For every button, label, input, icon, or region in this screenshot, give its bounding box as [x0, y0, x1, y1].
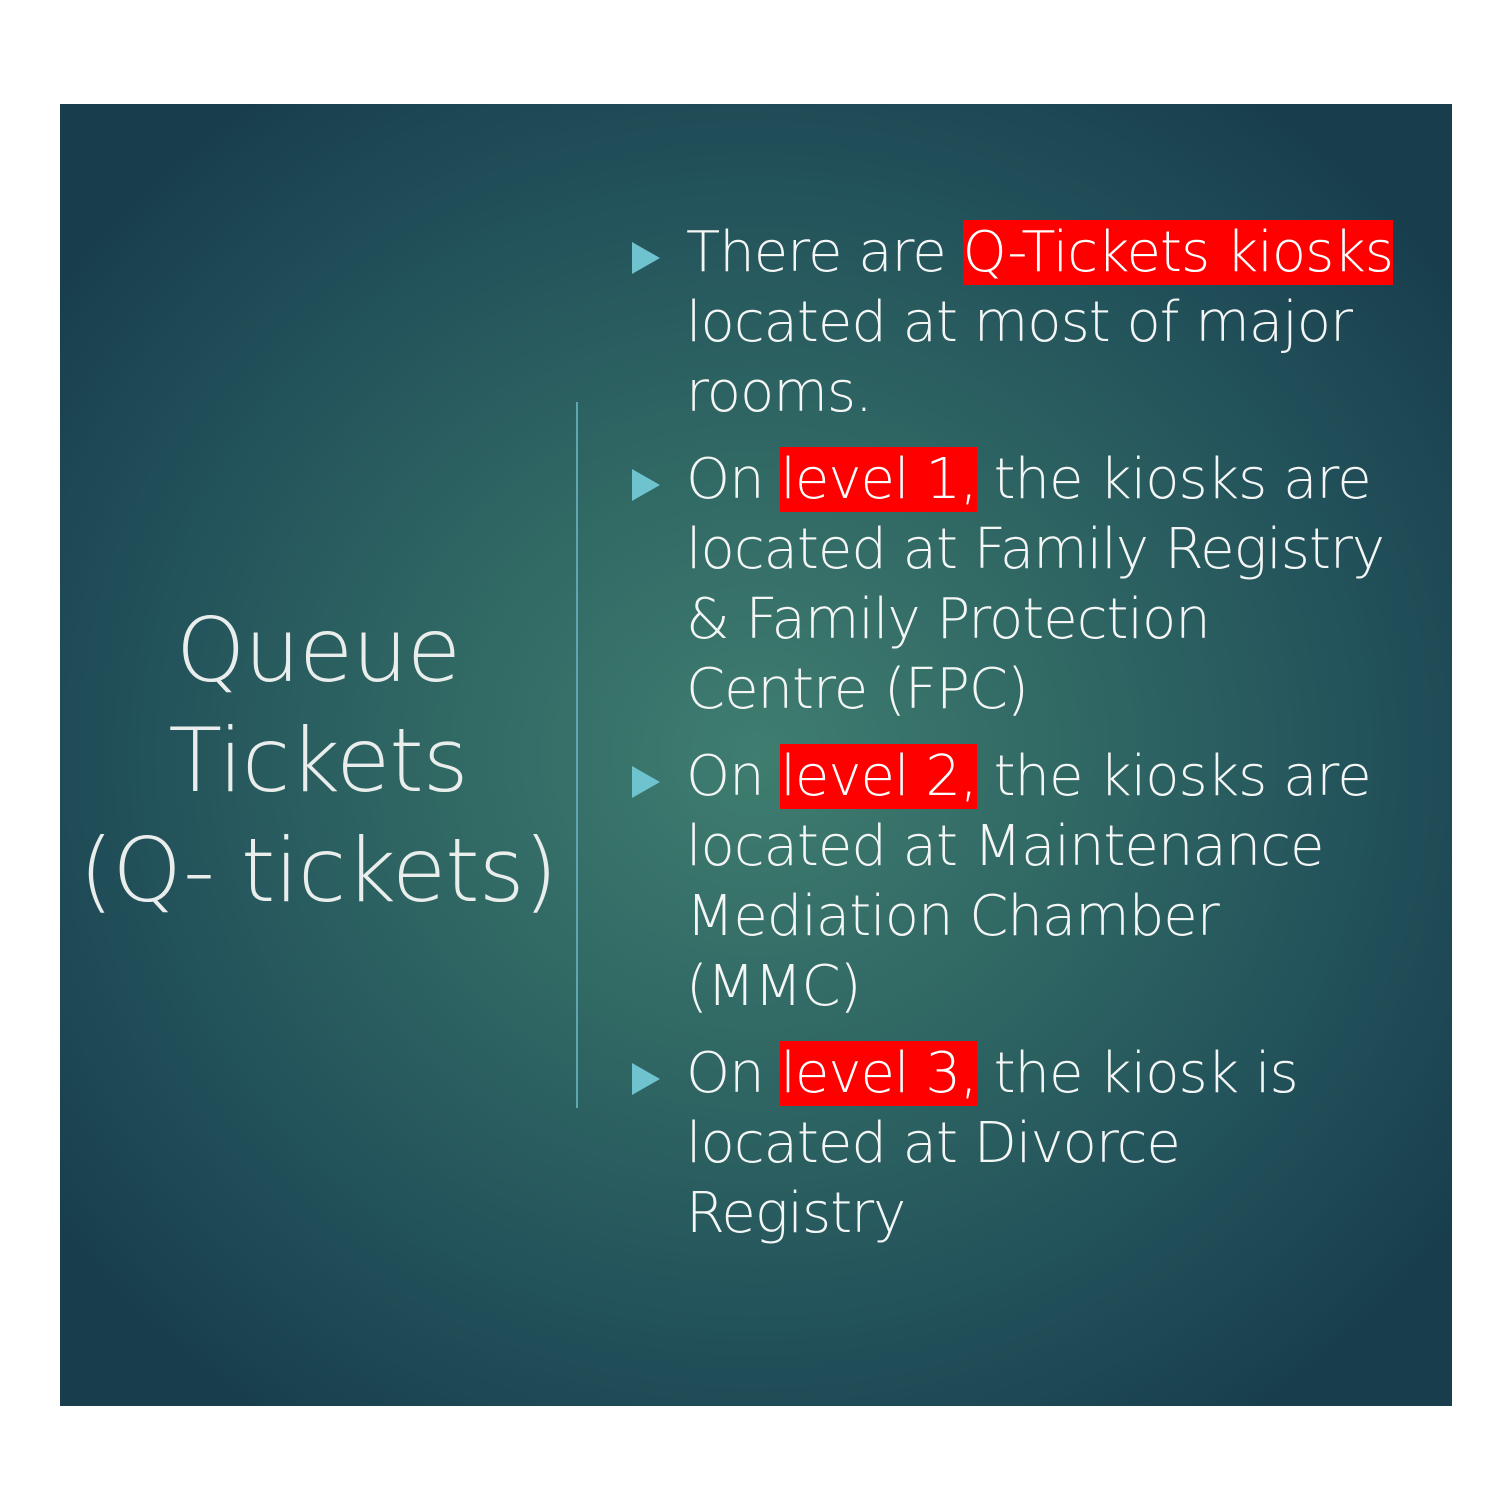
bullet-line: located at Family Registry: [686, 517, 1385, 582]
bullet-item: On level 1, the kiosks are located at Fa…: [628, 445, 1452, 725]
highlighted-text: level 2,: [780, 744, 978, 809]
bullet-line: Mediation Chamber: [686, 884, 1220, 949]
bullet-line: located at most of major: [686, 290, 1353, 355]
title-line: Tickets: [168, 709, 468, 812]
bullet-line: (MMC): [686, 954, 861, 1019]
triangle-right-icon: [632, 1063, 660, 1095]
triangle-right-icon: [632, 766, 660, 798]
bullet-list: There are Q-Tickets kiosks located at mo…: [628, 218, 1452, 1266]
title-line: Queue: [175, 599, 461, 702]
bullet-line: On level 2, the kiosks are: [686, 744, 1372, 809]
vertical-divider: [576, 402, 578, 1108]
triangle-right-icon: [632, 469, 660, 501]
bullet-line: rooms.: [686, 360, 873, 425]
slide: Queue Tickets (Q- tickets) There are Q-T…: [60, 104, 1452, 1406]
bullet-item: On level 2, the kiosks are located at Ma…: [628, 742, 1452, 1022]
bullet-line: On level 3, the kiosk is: [686, 1041, 1299, 1106]
bullet-item: On level 3, the kiosk is located at Divo…: [628, 1039, 1452, 1249]
bullet-line: On level 1, the kiosks are: [686, 447, 1372, 512]
bullet-line: Registry: [686, 1181, 906, 1246]
bullet-line: Centre (FPC): [686, 657, 1029, 722]
slide-title: Queue Tickets (Q- tickets): [68, 596, 568, 926]
bullet-item: There are Q-Tickets kiosks located at mo…: [628, 218, 1452, 428]
highlighted-text: Q-Tickets kiosks: [962, 220, 1394, 285]
title-line: (Q- tickets): [79, 819, 558, 922]
highlighted-text: level 1,: [780, 447, 978, 512]
bullet-line: There are Q-Tickets kiosks: [686, 220, 1394, 285]
bullet-line: located at Divorce: [686, 1111, 1181, 1176]
bullet-line: located at Maintenance: [686, 814, 1324, 879]
triangle-right-icon: [632, 242, 660, 274]
bullet-line: & Family Protection: [686, 587, 1211, 652]
highlighted-text: level 3,: [780, 1041, 978, 1106]
